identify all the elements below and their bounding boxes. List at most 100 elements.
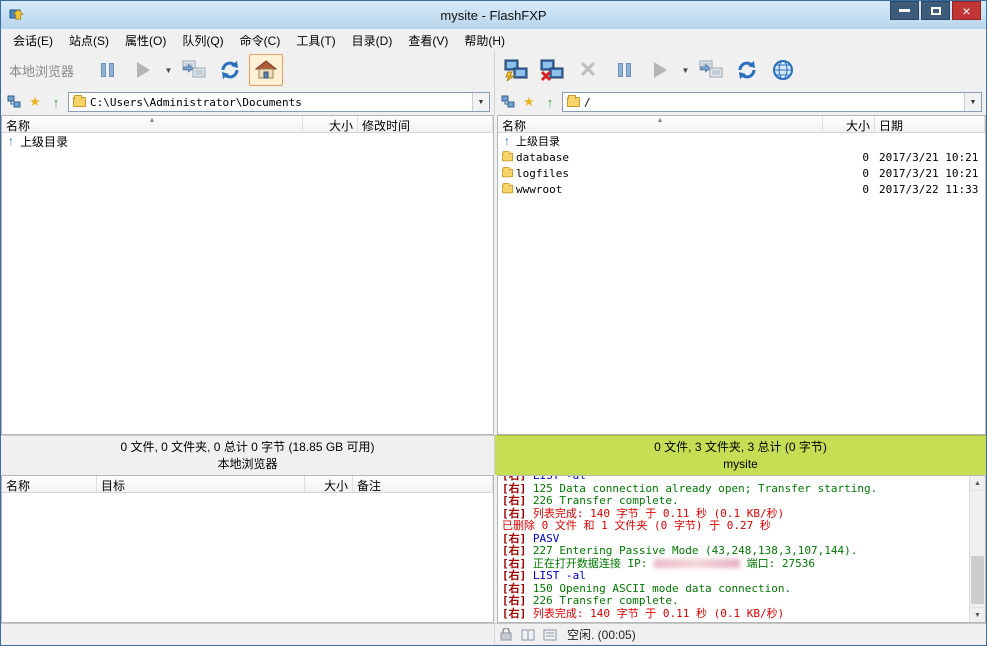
disconnect-button[interactable] xyxy=(535,54,569,86)
parent-dir-row[interactable]: ↑上级目录 xyxy=(2,133,493,149)
log-text: PASV xyxy=(533,532,560,545)
log-text: 226 Transfer complete. xyxy=(533,594,679,607)
folder-icon xyxy=(567,97,580,107)
remote-transfer-button[interactable] xyxy=(694,54,728,86)
local-path-value[interactable]: C:\Users\Administrator\Documents xyxy=(90,96,472,109)
local-file-list-body[interactable]: ↑上级目录 xyxy=(2,133,493,434)
remote-toolbar: ✕ ▼ xyxy=(495,51,986,89)
local-col-size[interactable]: 大小 xyxy=(303,116,358,132)
local-toolbar: 本地浏览器 ▼ xyxy=(1,51,495,89)
log-prefix: [右] xyxy=(502,594,533,607)
window-title: mysite - FlashFXP xyxy=(1,8,986,23)
up-dir-icon: ↑ xyxy=(2,134,20,148)
file-row[interactable]: wwwroot02017/3/22 11:33 xyxy=(498,181,985,197)
menu-item[interactable]: 会话(E) xyxy=(5,30,61,51)
log-line: 已删除 0 文件 和 1 文件夹 (0 字节) 于 0.27 秒 xyxy=(502,520,969,533)
log-prefix: [右] xyxy=(502,544,533,557)
local-status-summary: 0 文件, 0 文件夹, 0 总计 0 字节 (18.85 GB 可用) 本地浏… xyxy=(1,435,495,475)
queue-col-target[interactable]: 目标 xyxy=(97,476,305,492)
panel-view-icon[interactable] xyxy=(518,627,538,643)
remote-refresh-button[interactable] xyxy=(730,54,764,86)
queue-col-name[interactable]: 名称 xyxy=(2,476,97,492)
folder-icon xyxy=(73,97,86,107)
remote-pause-button[interactable] xyxy=(607,54,641,86)
queue-col-note[interactable]: 备注 xyxy=(353,476,493,492)
remote-path-dropdown[interactable]: ▼ xyxy=(964,93,981,111)
remote-path-value[interactable]: / xyxy=(584,96,964,109)
local-home-button[interactable] xyxy=(249,54,283,86)
local-favorites-icon[interactable]: ★ xyxy=(26,93,44,111)
folder-icon xyxy=(498,184,516,194)
log-prefix: [右] xyxy=(502,507,533,520)
log-viewport[interactable]: [右] LIST -al[右] 125 Data connection alre… xyxy=(498,476,969,622)
transfer-icon xyxy=(699,59,723,81)
queue-mode-icon[interactable] xyxy=(540,627,560,643)
local-site-tree-icon[interactable] xyxy=(5,93,23,111)
local-play-button[interactable] xyxy=(126,54,160,86)
scroll-down-icon[interactable]: ▼ xyxy=(970,607,985,622)
refresh-icon xyxy=(219,59,241,81)
remote-play-dropdown[interactable]: ▼ xyxy=(679,54,692,86)
file-name: logfiles xyxy=(516,167,823,180)
disconnect-icon xyxy=(539,58,565,82)
parent-dir-row[interactable]: ↑上级目录 xyxy=(498,133,985,149)
log-scrollbar[interactable]: ▲ ▼ xyxy=(969,476,985,622)
menu-item[interactable]: 队列(Q) xyxy=(174,30,231,51)
titlebar[interactable]: mysite - FlashFXP × xyxy=(1,1,986,29)
local-path-combo[interactable]: C:\Users\Administrator\Documents ▼ xyxy=(68,92,490,112)
log-prefix: [右] xyxy=(502,557,533,570)
menu-item[interactable]: 目录(D) xyxy=(344,30,401,51)
menu-item[interactable]: 工具(T) xyxy=(288,30,343,51)
bottom-row: 名称 目标 大小 备注 [右] LIST -al[右] 125 Data con… xyxy=(1,475,986,623)
log-text: 端口: 27536 xyxy=(740,557,815,570)
remote-col-name[interactable]: 名称 ▲ xyxy=(498,116,823,132)
menu-item[interactable]: 命令(C) xyxy=(232,30,289,51)
remote-path-combo[interactable]: / ▼ xyxy=(562,92,982,112)
remote-file-list-body[interactable]: ↑上级目录database02017/3/21 10:21logfiles020… xyxy=(498,133,985,434)
connect-icon xyxy=(503,58,529,82)
local-up-dir-icon[interactable]: ↑ xyxy=(47,93,65,111)
file-row[interactable]: logfiles02017/3/21 10:21 xyxy=(498,165,985,181)
menu-item[interactable]: 属性(O) xyxy=(117,30,174,51)
abort-button[interactable]: ✕ xyxy=(571,54,605,86)
log-prefix: [右] xyxy=(502,582,533,595)
local-col-date[interactable]: 修改时间 xyxy=(358,116,493,132)
menu-item[interactable]: 帮助(H) xyxy=(456,30,513,51)
remote-col-date[interactable]: 日期 xyxy=(875,116,985,132)
file-row[interactable]: database02017/3/21 10:21 xyxy=(498,149,985,165)
menu-item[interactable]: 站点(S) xyxy=(61,30,117,51)
remote-site-tree-icon[interactable] xyxy=(499,93,517,111)
statusbar-spacer xyxy=(1,624,495,645)
local-list-header: 名称 ▲ 大小 修改时间 xyxy=(2,116,493,133)
remote-status-summary: 0 文件, 3 文件夹, 3 总计 (0 字节) mysite xyxy=(495,435,986,475)
log-text: 列表完成: 140 字节 于 0.11 秒 (0.1 KB/秒) xyxy=(533,607,784,620)
log-lines: [右] LIST -al[右] 125 Data connection alre… xyxy=(502,476,969,620)
remote-play-button[interactable] xyxy=(643,54,677,86)
globe-button[interactable] xyxy=(766,54,800,86)
log-prefix: [右] xyxy=(502,494,533,507)
queue-header: 名称 目标 大小 备注 xyxy=(2,476,493,493)
pause-icon xyxy=(101,63,114,77)
queue-list-body[interactable] xyxy=(2,493,493,622)
local-play-dropdown[interactable]: ▼ xyxy=(162,54,175,86)
log-text: 列表完成: 140 字节 于 0.11 秒 (0.1 KB/秒) xyxy=(533,507,784,520)
play-icon xyxy=(654,62,667,78)
local-path-dropdown[interactable]: ▼ xyxy=(472,93,489,111)
remote-address-bar: ★ ↑ / ▼ xyxy=(495,89,986,115)
local-refresh-button[interactable] xyxy=(213,54,247,86)
queue-col-size[interactable]: 大小 xyxy=(305,476,353,492)
scroll-thumb[interactable] xyxy=(971,556,984,604)
remote-status-counts: 0 文件, 3 文件夹, 3 总计 (0 字节) xyxy=(654,439,827,456)
remote-up-dir-icon[interactable]: ↑ xyxy=(541,93,559,111)
local-pause-button[interactable] xyxy=(90,54,124,86)
scroll-up-icon[interactable]: ▲ xyxy=(970,476,985,491)
connect-button[interactable] xyxy=(499,54,533,86)
remote-favorites-icon[interactable]: ★ xyxy=(520,93,538,111)
local-transfer-button[interactable] xyxy=(177,54,211,86)
menu-item[interactable]: 查看(V) xyxy=(400,30,456,51)
abort-icon: ✕ xyxy=(579,59,597,81)
local-col-name[interactable]: 名称 ▲ xyxy=(2,116,303,132)
home-icon xyxy=(255,59,277,81)
globe-icon xyxy=(772,59,794,81)
remote-col-size[interactable]: 大小 xyxy=(823,116,875,132)
